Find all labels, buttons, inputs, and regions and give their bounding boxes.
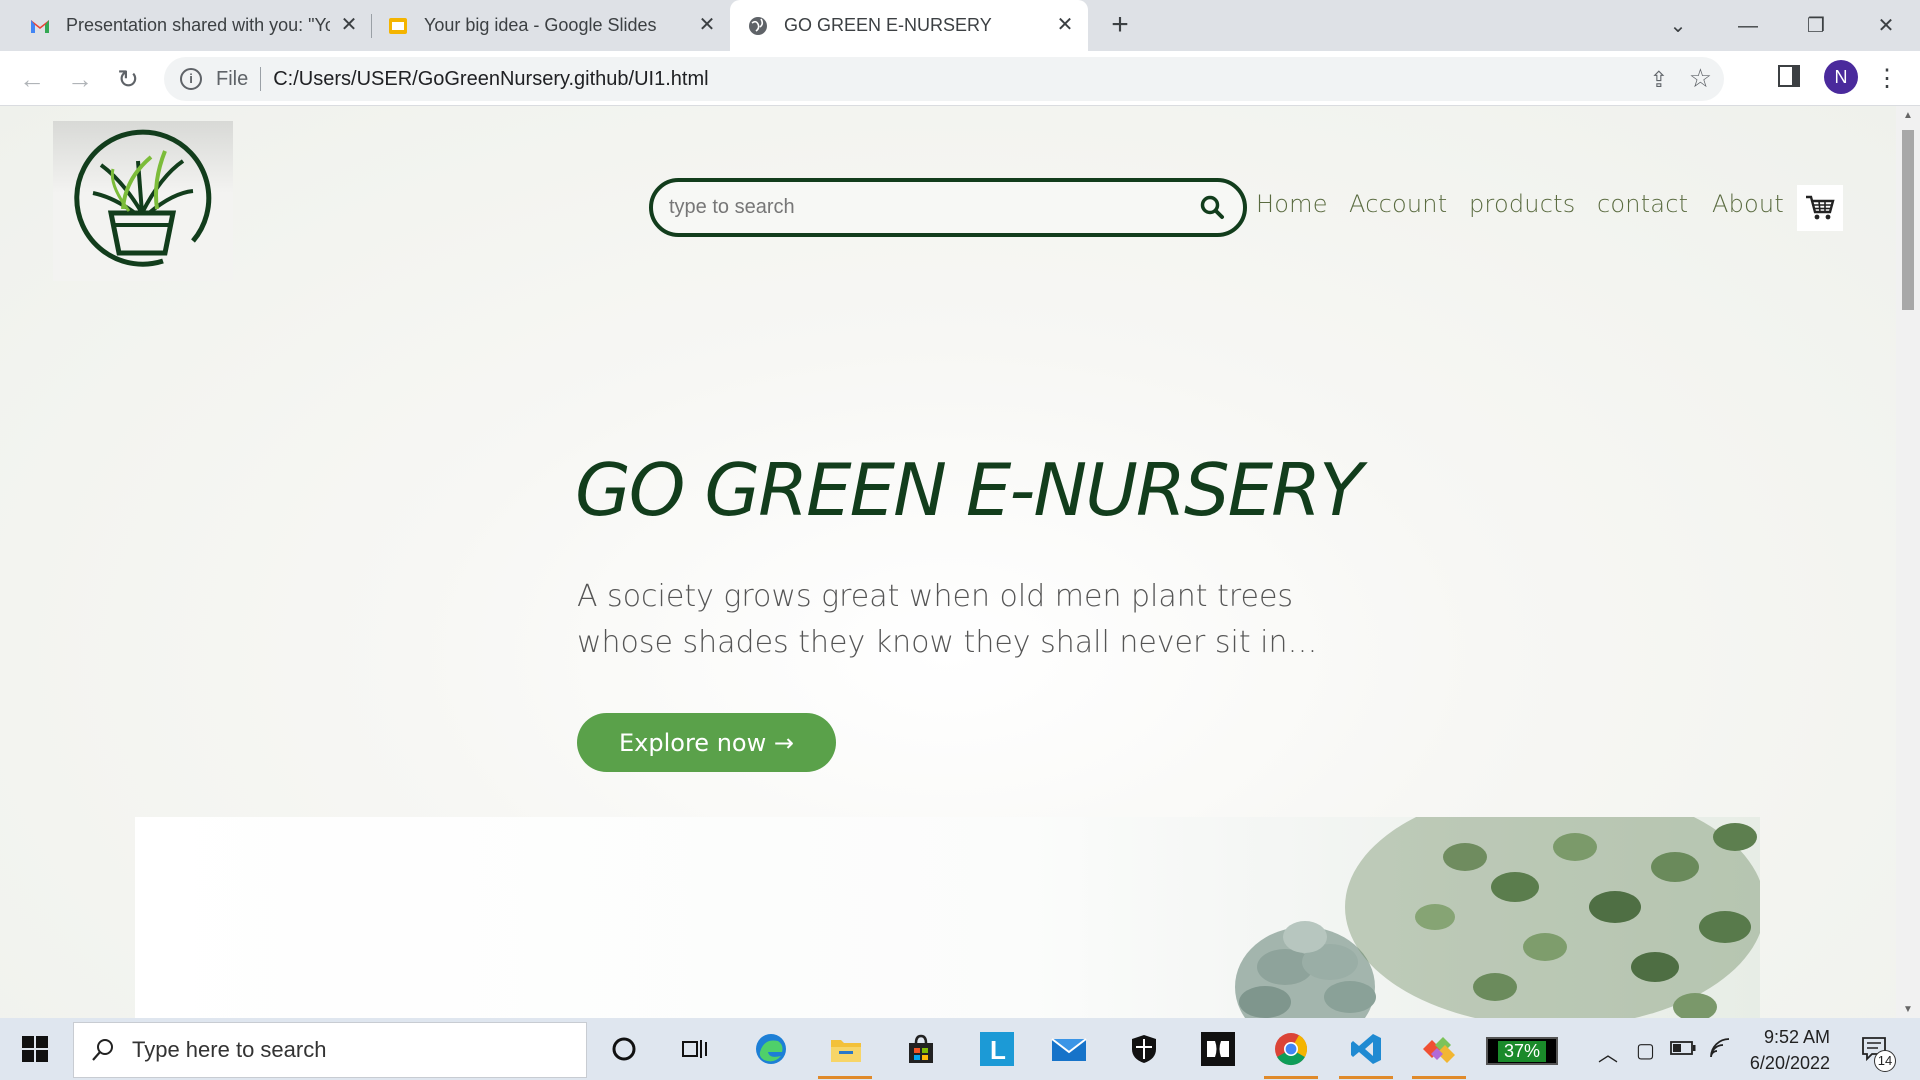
nav-account[interactable]: Account xyxy=(1349,190,1447,218)
info-icon[interactable]: i xyxy=(180,68,202,90)
tab-strip: Presentation shared with you: "Yo ✕ Your… xyxy=(0,0,1920,51)
tab-title: GO GREEN E-NURSERY xyxy=(784,15,992,35)
taskbar-search-box[interactable]: Type here to search xyxy=(73,1022,587,1078)
back-icon[interactable]: ← xyxy=(14,61,50,97)
system-clock[interactable]: 9:52 AM 6/20/2022 xyxy=(1740,1024,1830,1076)
notification-count-badge: 14 xyxy=(1874,1050,1896,1072)
url-scheme-label: File xyxy=(216,67,249,90)
mail-icon[interactable] xyxy=(1050,1030,1088,1068)
address-bar[interactable]: i File C:/Users/USER/GoGreenNursery.gith… xyxy=(164,57,1724,101)
forward-icon[interactable]: → xyxy=(62,61,98,97)
scroll-thumb[interactable] xyxy=(1902,130,1914,310)
tab-title: Presentation shared with you: "Yo xyxy=(66,15,330,35)
tab-go-green[interactable]: GO GREEN E-NURSERY ✕ xyxy=(730,0,1088,51)
site-logo[interactable] xyxy=(53,121,233,281)
vscode-icon[interactable] xyxy=(1347,1030,1385,1068)
git-icon[interactable] xyxy=(1420,1030,1458,1068)
clock-date: 6/20/2022 xyxy=(1749,1053,1830,1073)
side-panel-icon[interactable] xyxy=(1778,65,1800,87)
vscode-running-indicator xyxy=(1339,1076,1393,1079)
taskbar-search-placeholder: Type here to search xyxy=(132,1037,327,1062)
hero-title: GO GREEN E-NURSERY xyxy=(575,448,1363,532)
shopping-cart-icon xyxy=(1806,195,1835,220)
battery-icon[interactable] xyxy=(1670,1040,1696,1056)
succulent-plants-illustration xyxy=(1235,817,1760,1018)
google-slides-icon xyxy=(389,17,407,34)
site-search-input[interactable] xyxy=(669,196,1189,219)
file-explorer-running-indicator xyxy=(818,1076,872,1079)
battery-percent-badge[interactable]: 37% xyxy=(1486,1037,1558,1065)
chrome-icon[interactable] xyxy=(1272,1030,1310,1068)
git-running-indicator xyxy=(1412,1076,1466,1079)
chrome-running-indicator xyxy=(1264,1076,1318,1079)
close-window-icon[interactable]: ✕ xyxy=(1868,8,1904,44)
close-tab-icon[interactable]: ✕ xyxy=(696,14,718,36)
menu-kebab-icon[interactable]: ⋮ xyxy=(1872,61,1902,97)
l-app-icon[interactable]: L xyxy=(978,1030,1016,1068)
page-viewport: Home Account products contact About GO G… xyxy=(0,106,1896,1018)
clock-time: 9:52 AM xyxy=(1763,1027,1830,1047)
tab-title: Your big idea - Google Slides xyxy=(424,15,657,35)
nav-home[interactable]: Home xyxy=(1256,190,1328,218)
scroll-up-arrow-icon[interactable]: ▲ xyxy=(1902,110,1914,122)
gmail-icon xyxy=(31,19,49,33)
wifi-icon[interactable] xyxy=(1708,1036,1732,1060)
store-icon[interactable] xyxy=(902,1030,940,1068)
tab-gmail[interactable]: Presentation shared with you: "Yo ✕ xyxy=(0,0,372,51)
nav-contact[interactable]: contact xyxy=(1597,190,1688,218)
windows-start-icon[interactable] xyxy=(22,1036,48,1062)
dolby-icon[interactable] xyxy=(1199,1030,1237,1068)
site-search xyxy=(649,178,1247,237)
cart-button[interactable] xyxy=(1797,185,1843,231)
globe-icon xyxy=(749,16,767,35)
page-scrollbar[interactable]: ▲ ▼ xyxy=(1896,106,1920,1018)
meet-now-icon[interactable]: ▢ xyxy=(1636,1038,1655,1063)
tab-search-chevron-icon[interactable]: ⌄ xyxy=(1660,8,1696,44)
plant-pot-logo-icon xyxy=(74,129,212,267)
browser-toolbar: ← → ↻ i File C:/Users/USER/GoGreenNurser… xyxy=(0,51,1920,106)
hero-quote: A society grows great when old men plant… xyxy=(577,579,1318,660)
file-explorer-icon[interactable] xyxy=(827,1030,865,1068)
close-tab-icon[interactable]: ✕ xyxy=(1054,14,1076,36)
explore-now-button[interactable]: Explore now → xyxy=(577,713,836,772)
search-icon xyxy=(92,1039,113,1061)
close-tab-icon[interactable]: ✕ xyxy=(338,14,360,36)
profile-avatar[interactable]: N xyxy=(1824,60,1858,94)
url-divider xyxy=(260,67,262,91)
plant-banner-image xyxy=(135,817,1760,1018)
reload-icon[interactable]: ↻ xyxy=(110,61,146,97)
battery-percent: 37% xyxy=(1497,1040,1547,1062)
svg-text:L: L xyxy=(990,1035,1006,1065)
search-icon[interactable] xyxy=(1199,194,1225,220)
share-icon[interactable]: ⇪ xyxy=(1650,67,1668,93)
minimize-icon[interactable]: — xyxy=(1730,8,1766,44)
bookmark-star-icon[interactable]: ☆ xyxy=(1689,63,1712,94)
nav-products[interactable]: products xyxy=(1469,190,1575,218)
scroll-down-arrow-icon[interactable]: ▼ xyxy=(1902,1004,1914,1016)
restore-icon[interactable]: ❐ xyxy=(1798,8,1834,44)
url-text[interactable]: C:/Users/USER/GoGreenNursery.github/UI1.… xyxy=(273,68,708,91)
cortana-icon[interactable] xyxy=(605,1030,643,1068)
show-hidden-icons-chevron-icon[interactable]: ︿ xyxy=(1598,1038,1618,1067)
task-view-icon[interactable] xyxy=(676,1030,714,1068)
tab-google-slides[interactable]: Your big idea - Google Slides ✕ xyxy=(372,0,730,51)
nav-about[interactable]: About xyxy=(1712,190,1784,218)
security-icon[interactable] xyxy=(1125,1030,1163,1068)
edge-icon[interactable] xyxy=(752,1030,790,1068)
new-tab-button[interactable]: + xyxy=(1106,10,1134,40)
taskbar: Type here to search L 37% ︿ ▢ 9:52 AM 6/… xyxy=(0,1018,1920,1080)
